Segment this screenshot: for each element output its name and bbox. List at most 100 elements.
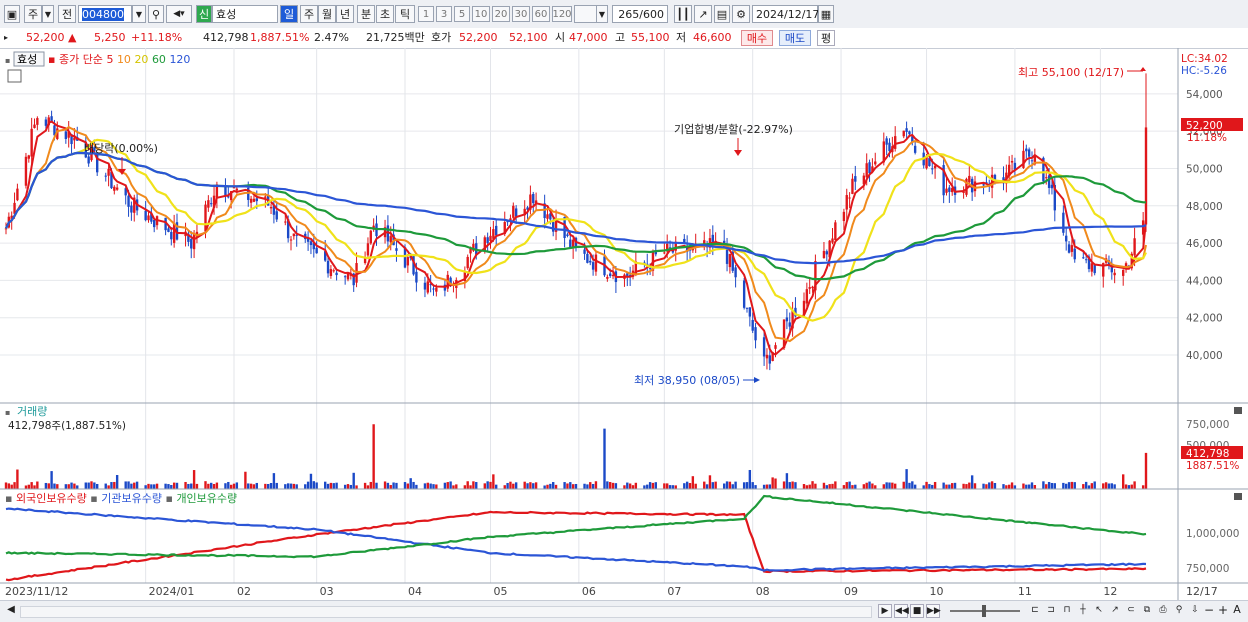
layout-1-icon[interactable]: ⊏: [1028, 604, 1042, 618]
count-5-button[interactable]: 5: [454, 6, 470, 22]
count-10-button[interactable]: 10: [472, 6, 490, 22]
zoom-slider-thumb[interactable]: [982, 605, 986, 617]
volume-bar: [569, 482, 572, 489]
candle-type-icon[interactable]: ┃┃: [674, 5, 692, 23]
scroll-track[interactable]: [20, 606, 872, 618]
individual-holdings-line: [5, 494, 1147, 559]
search-icon[interactable]: ⚲: [148, 5, 164, 23]
stock-code-input[interactable]: 004800: [78, 5, 132, 23]
holdings-lines: [5, 494, 1147, 582]
play-icon[interactable]: ▶▶: [926, 604, 941, 618]
market-button[interactable]: 주: [24, 5, 42, 23]
evaluation-button[interactable]: 평: [817, 30, 835, 46]
volume-bar: [668, 485, 672, 489]
period-week-tab[interactable]: 주: [300, 5, 318, 23]
candle-body: [532, 193, 535, 204]
candle-body: [269, 207, 273, 209]
candle-body: [851, 178, 854, 194]
period-year-tab[interactable]: 년: [336, 5, 354, 23]
layout-2-icon[interactable]: ⊐: [1044, 604, 1058, 618]
volume-bar: [933, 481, 937, 489]
zoom-out-button[interactable]: −: [1202, 604, 1216, 618]
count-1-button[interactable]: 1: [418, 6, 434, 22]
count-3-button[interactable]: 3: [436, 6, 452, 22]
calendar-icon[interactable]: ▦: [818, 5, 834, 23]
volume-bar: [195, 483, 199, 489]
count-120-button[interactable]: 120: [552, 6, 572, 22]
candle-body: [1133, 238, 1136, 256]
candle-body: [848, 197, 851, 199]
zoom-in-button[interactable]: +: [1216, 604, 1230, 618]
volume-bar: [506, 482, 509, 489]
trendline-icon[interactable]: ↗: [694, 5, 712, 23]
layout-3-icon[interactable]: ⊓: [1060, 604, 1074, 618]
count-dropdown-icon[interactable]: ▼: [596, 5, 608, 23]
stock-name-field[interactable]: 효성: [212, 5, 278, 23]
stock-chart[interactable]: ▪ 효성 ▪ 종가 단순 5 10 20 60 120 LC:34.02 HC:…: [0, 48, 1248, 600]
count-20-button[interactable]: 20: [492, 6, 510, 22]
sell-button[interactable]: 매도: [779, 30, 811, 46]
volume-bar: [33, 485, 36, 489]
speaker-icon[interactable]: ◀▾: [166, 5, 192, 23]
volume-bar: [429, 483, 432, 489]
volume-bar: [107, 485, 110, 489]
volume-bar: [526, 483, 529, 489]
ruler-icon[interactable]: ↖: [1092, 604, 1106, 618]
volume-panel-close-icon[interactable]: [1234, 407, 1242, 414]
pointer-icon[interactable]: ↗: [1108, 604, 1122, 618]
volume-bar: [133, 482, 136, 489]
volume-bar: [284, 484, 287, 489]
stock-code-dropdown-icon[interactable]: ▼: [132, 5, 146, 23]
volume-bar: [765, 484, 769, 489]
buy-button[interactable]: 매수: [741, 30, 773, 46]
volume-bar: [1070, 481, 1074, 489]
volume-bar: [985, 484, 988, 489]
candle-body: [1067, 244, 1071, 253]
candle-body: [107, 168, 110, 176]
volume-bar: [990, 481, 994, 489]
table-view-icon[interactable]: [7, 69, 22, 83]
candle-body: [1045, 177, 1048, 179]
candle-body: [1073, 248, 1076, 260]
volume-bar: [532, 483, 535, 489]
window-menu-icon[interactable]: ▣: [4, 5, 20, 23]
volume-bar: [945, 484, 948, 489]
holdings-ytick-750000: 750,000: [1186, 563, 1229, 575]
quote-menu-icon[interactable]: ▸: [4, 30, 8, 46]
count-60-button[interactable]: 60: [532, 6, 550, 22]
volume-bar: [252, 484, 256, 489]
stop-icon[interactable]: ■: [910, 604, 924, 618]
candle-body: [36, 118, 39, 125]
count-30-button[interactable]: 30: [512, 6, 530, 22]
holdings-panel-close-icon[interactable]: [1234, 493, 1242, 500]
period-day-tab[interactable]: 일: [280, 5, 298, 23]
font-size-button[interactable]: A: [1230, 604, 1244, 618]
search-chart-icon[interactable]: ⚲: [1172, 604, 1186, 618]
foreign-holdings-legend: 외국인보유수량: [16, 492, 87, 505]
volume-bar: [694, 483, 697, 489]
candle-body: [1027, 149, 1031, 157]
magnet-icon[interactable]: ⊂: [1124, 604, 1138, 618]
period-type-button[interactable]: 전: [58, 5, 76, 23]
scroll-left-icon[interactable]: ◀: [4, 604, 18, 618]
jump-first-icon[interactable]: ◀◀: [894, 604, 909, 618]
volume-bar: [90, 481, 93, 489]
settings-gear-icon[interactable]: ⚙: [732, 5, 750, 23]
price-ytick-label: 48,000: [1186, 201, 1223, 213]
date-field[interactable]: 2024/12/17: [752, 5, 819, 23]
volume-bar: [791, 481, 794, 489]
period-minute-tab[interactable]: 분: [357, 5, 375, 23]
volume-bar: [130, 483, 133, 489]
volume-bar: [742, 482, 746, 489]
period-second-tab[interactable]: 초: [376, 5, 394, 23]
print-icon[interactable]: ⎙: [1156, 604, 1170, 618]
copy-icon[interactable]: ⧉: [1140, 604, 1154, 618]
bar-count-field[interactable]: 265/600: [612, 5, 668, 23]
period-month-tab[interactable]: 월: [318, 5, 336, 23]
period-tick-tab[interactable]: 틱: [395, 5, 415, 23]
crosshair-icon[interactable]: ┼: [1076, 604, 1090, 618]
export-icon[interactable]: ⇩: [1188, 604, 1202, 618]
save-icon[interactable]: ▤: [714, 5, 730, 23]
scroll-right-icon[interactable]: ▶: [878, 604, 892, 618]
market-dropdown-icon[interactable]: ▼: [42, 5, 54, 23]
